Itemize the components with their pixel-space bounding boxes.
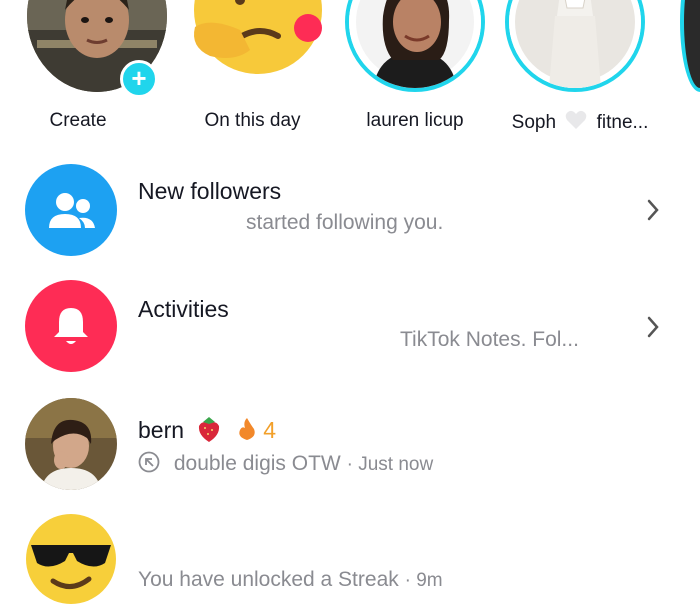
- streak-time: · 9m: [404, 570, 443, 591]
- chevron-right-icon: [647, 316, 659, 338]
- story-label-soph-name: Soph: [511, 112, 557, 134]
- story-label-create: Create: [49, 110, 107, 131]
- story-label-soph: Soph fitne...: [505, 110, 655, 136]
- story-partial-avatar[interactable]: [680, 0, 700, 92]
- sunglasses-emoji-icon: [25, 513, 117, 605]
- story-label-on-this-day: On this day: [204, 110, 301, 131]
- flame-icon: [237, 417, 257, 447]
- followers-icon: [25, 164, 117, 256]
- story-lauren-licup[interactable]: lauren licup: [340, 0, 490, 140]
- row-new-followers[interactable]: New followers started following you.: [0, 160, 700, 280]
- add-story-plus-icon[interactable]: +: [120, 60, 158, 98]
- story-label-lauren: lauren licup: [366, 110, 464, 131]
- streak-message-text: You have unlocked a Streak: [138, 568, 399, 591]
- bern-name-line: bern 4: [138, 415, 276, 449]
- story-label-soph-suffix: fitne...: [596, 112, 649, 134]
- heart-icon: [565, 110, 587, 136]
- bern-avatar: [25, 398, 117, 490]
- soph-avatar: [505, 0, 645, 92]
- thinking-emoji-icon: [180, 0, 325, 97]
- bern-name: bern: [138, 417, 185, 444]
- reply-arrow-icon: [138, 451, 160, 479]
- bern-time: · Just now: [346, 454, 434, 475]
- bell-icon: [25, 280, 117, 372]
- new-followers-title: New followers: [138, 178, 282, 204]
- streak-message: You have unlocked a Streak · 9m: [138, 568, 443, 592]
- story-soph[interactable]: Soph fitne...: [505, 0, 655, 140]
- activities-title: Activities: [138, 296, 229, 322]
- story-create[interactable]: + Create: [15, 0, 167, 140]
- row-chat-streak[interactable]: You have unlocked a Streak · 9m: [0, 510, 700, 604]
- row-chat-bern[interactable]: bern 4 double digis OTW · Just now: [0, 395, 700, 505]
- activities-subtitle: TikTok Notes. Fol...: [400, 328, 579, 351]
- story-on-this-day[interactable]: On this day: [180, 0, 325, 140]
- new-followers-subtitle: started following you.: [246, 211, 444, 234]
- streak-count: 4: [263, 417, 277, 444]
- lauren-avatar: [345, 0, 485, 92]
- bern-message-text: double digis OTW: [173, 452, 341, 475]
- bern-last-message: double digis OTW · Just now: [138, 451, 433, 479]
- stories-row: + Create On this day lauren licup Soph f…: [0, 0, 700, 140]
- strawberry-icon: [196, 415, 222, 449]
- row-activities[interactable]: Activities TikTok Notes. Fol...: [0, 280, 700, 400]
- chevron-right-icon: [647, 199, 659, 221]
